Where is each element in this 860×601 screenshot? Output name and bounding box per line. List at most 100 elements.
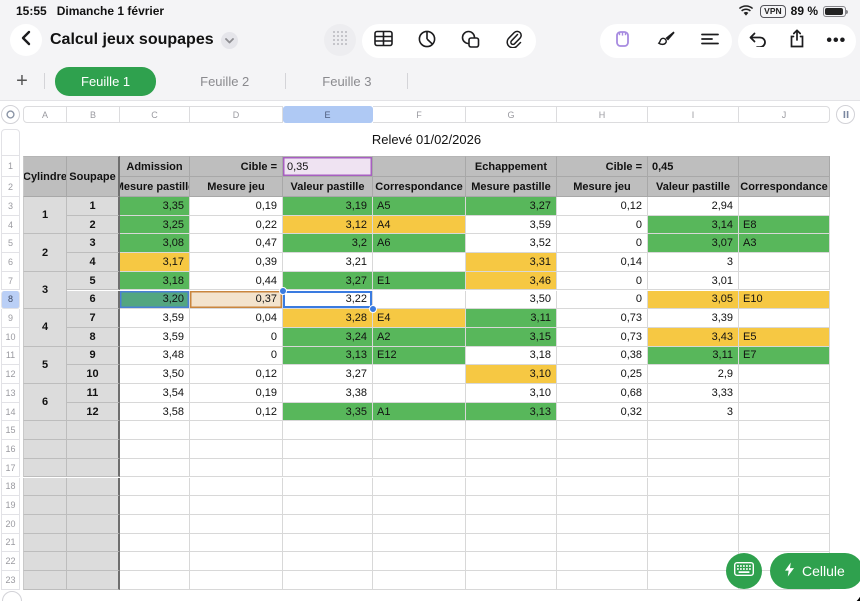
- cell-C9[interactable]: 3,59: [120, 309, 190, 328]
- cell-cylindre-3[interactable]: 3: [23, 272, 67, 309]
- cell-E20[interactable]: [283, 515, 373, 534]
- dots-grid-button[interactable]: [324, 24, 356, 56]
- column-header-A[interactable]: A: [23, 106, 67, 123]
- cell-C21[interactable]: [120, 534, 190, 553]
- cell-E22[interactable]: [283, 552, 373, 571]
- cell-C22[interactable]: [120, 552, 190, 571]
- cell-C7[interactable]: 3,18: [120, 272, 190, 291]
- cell-J17[interactable]: [739, 459, 830, 478]
- cell-D12[interactable]: 0,12: [190, 365, 283, 384]
- cell-F23[interactable]: [373, 571, 466, 590]
- cell-cylindre-5[interactable]: 5: [23, 347, 67, 384]
- cell-E23[interactable]: [283, 571, 373, 590]
- cell-F8[interactable]: [373, 291, 466, 310]
- cell-E12[interactable]: 3,27: [283, 365, 373, 384]
- header-echappement[interactable]: Echappement: [466, 156, 557, 177]
- add-column-handle[interactable]: [836, 105, 855, 124]
- marker-tool-button[interactable]: [605, 24, 639, 58]
- cell-B22[interactable]: [67, 552, 120, 571]
- cell-F7[interactable]: E1: [373, 272, 466, 291]
- cell-H13[interactable]: 0,68: [557, 384, 648, 403]
- format-button[interactable]: [649, 24, 683, 58]
- cell-D5[interactable]: 0,47: [190, 234, 283, 253]
- cell-I3[interactable]: 2,94: [648, 197, 739, 216]
- row-header-14[interactable]: 14: [1, 403, 20, 422]
- cell-F15[interactable]: [373, 421, 466, 440]
- insert-media-button[interactable]: [497, 24, 531, 58]
- cell-C11[interactable]: 3,48: [120, 347, 190, 366]
- row-header-6[interactable]: 6: [1, 253, 20, 272]
- cell-G18[interactable]: [466, 478, 557, 497]
- tab-feuille-3[interactable]: Feuille 3: [296, 67, 397, 96]
- cell-A17[interactable]: [23, 459, 67, 478]
- cell-B19[interactable]: [67, 496, 120, 515]
- cell-E18[interactable]: [283, 478, 373, 497]
- cell-F13[interactable]: [373, 384, 466, 403]
- row-header-12[interactable]: 12: [1, 365, 20, 384]
- cell-E3[interactable]: 3,19: [283, 197, 373, 216]
- tab-feuille-2[interactable]: Feuille 2: [174, 67, 275, 96]
- cell-D20[interactable]: [190, 515, 283, 534]
- cell-G21[interactable]: [466, 534, 557, 553]
- header-soupape[interactable]: Soupape: [67, 156, 120, 197]
- subheader-5[interactable]: Correspondance: [373, 177, 466, 197]
- cell-F14[interactable]: A1: [373, 403, 466, 422]
- cell-J19[interactable]: [739, 496, 830, 515]
- cell-soupape-5[interactable]: 5: [67, 272, 120, 291]
- cell-J8[interactable]: E10: [739, 291, 830, 310]
- cell-H3[interactable]: 0,12: [557, 197, 648, 216]
- cell-E21[interactable]: [283, 534, 373, 553]
- cell-J9[interactable]: [739, 309, 830, 328]
- cell-B20[interactable]: [67, 515, 120, 534]
- share-button[interactable]: [780, 24, 814, 58]
- cell-I5[interactable]: 3,07: [648, 234, 739, 253]
- cell-E11[interactable]: 3,13: [283, 347, 373, 366]
- cell-C6[interactable]: 3,17: [120, 253, 190, 272]
- cell-E16[interactable]: [283, 440, 373, 459]
- cell-H21[interactable]: [557, 534, 648, 553]
- cell-E15[interactable]: [283, 421, 373, 440]
- row-header-17[interactable]: 17: [1, 459, 20, 478]
- cell-F9[interactable]: E4: [373, 309, 466, 328]
- cell-C16[interactable]: [120, 440, 190, 459]
- cell-G7[interactable]: 3,46: [466, 272, 557, 291]
- cell-G22[interactable]: [466, 552, 557, 571]
- selection-handle-top-left[interactable]: [279, 287, 287, 295]
- cell-I11[interactable]: 3,11: [648, 347, 739, 366]
- cell-H10[interactable]: 0,73: [557, 328, 648, 347]
- cell-I17[interactable]: [648, 459, 739, 478]
- cell-F22[interactable]: [373, 552, 466, 571]
- cell-H6[interactable]: 0,14: [557, 253, 648, 272]
- cell-soupape-2[interactable]: 2: [67, 216, 120, 235]
- row-header-9[interactable]: 9: [1, 309, 20, 328]
- cell-G4[interactable]: 3,59: [466, 216, 557, 235]
- cell-H5[interactable]: 0: [557, 234, 648, 253]
- cell-F18[interactable]: [373, 478, 466, 497]
- cell-soupape-11[interactable]: 11: [67, 384, 120, 403]
- cell-H16[interactable]: [557, 440, 648, 459]
- cell-A23[interactable]: [23, 571, 67, 590]
- cell-E8[interactable]: 3,22: [283, 291, 373, 310]
- add-sheet-button[interactable]: +: [10, 69, 34, 93]
- cell-H15[interactable]: [557, 421, 648, 440]
- cell-C20[interactable]: [120, 515, 190, 534]
- row-header-20[interactable]: 20: [1, 515, 20, 534]
- cell-J6[interactable]: [739, 253, 830, 272]
- cell-C10[interactable]: 3,59: [120, 328, 190, 347]
- cell-D14[interactable]: 0,12: [190, 403, 283, 422]
- cell-D7[interactable]: 0,44: [190, 272, 283, 291]
- cell-E10[interactable]: 3,24: [283, 328, 373, 347]
- tab-feuille-1[interactable]: Feuille 1: [55, 67, 156, 96]
- cell-cylindre-1[interactable]: 1: [23, 197, 67, 234]
- header-cible-echappement-label[interactable]: Cible =: [557, 156, 648, 177]
- header-cible-admission-value[interactable]: 0,35: [283, 156, 373, 177]
- cell-D4[interactable]: 0,22: [190, 216, 283, 235]
- row-header-19[interactable]: 19: [1, 496, 20, 515]
- cell-H4[interactable]: 0: [557, 216, 648, 235]
- cell-soupape-8[interactable]: 8: [67, 328, 120, 347]
- cell-F19[interactable]: [373, 496, 466, 515]
- subheader-3[interactable]: Mesure jeu: [190, 177, 283, 197]
- cell-D23[interactable]: [190, 571, 283, 590]
- cell-F1[interactable]: [373, 156, 466, 177]
- cell-G23[interactable]: [466, 571, 557, 590]
